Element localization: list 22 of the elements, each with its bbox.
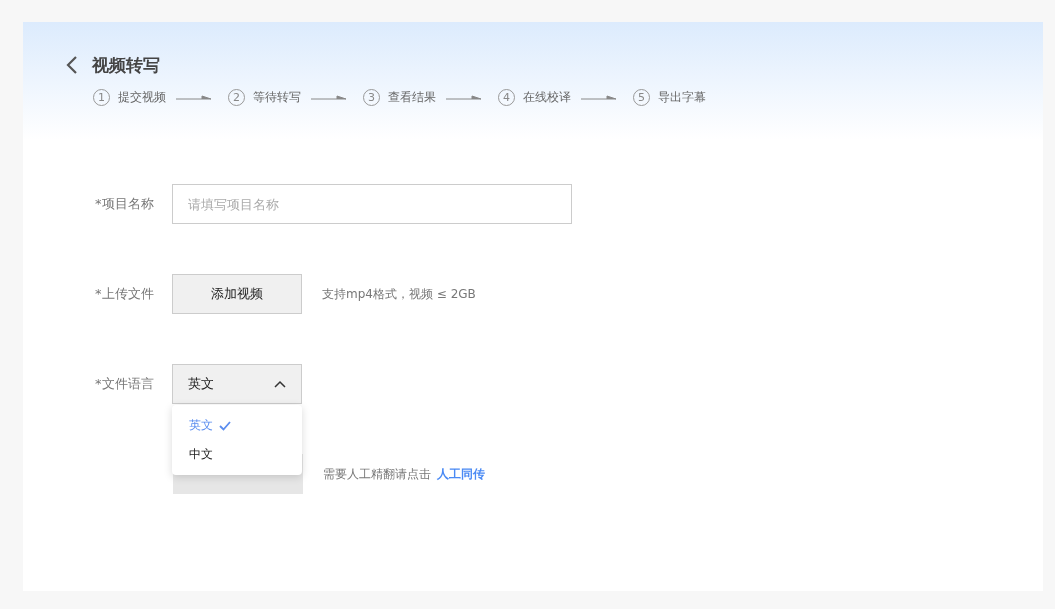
language-option[interactable]: 中文 bbox=[172, 440, 302, 469]
step-label: 提交视频 bbox=[118, 89, 166, 106]
field-label: *项目名称 bbox=[95, 195, 155, 213]
arrow-icon bbox=[311, 94, 347, 101]
caret-icon bbox=[274, 380, 286, 388]
step-label: 导出字幕 bbox=[658, 89, 706, 106]
project-name-field[interactable]: 请填写项目名称 bbox=[172, 184, 572, 224]
language-select[interactable]: 英文 bbox=[172, 364, 302, 404]
arrow-icon bbox=[176, 94, 212, 101]
back-icon[interactable] bbox=[66, 56, 78, 74]
step-label: 在线校译 bbox=[523, 89, 571, 106]
step-label: 等待转写 bbox=[253, 89, 301, 106]
upload-hint: 支持mp4格式，视频 ≤ 2GB bbox=[322, 285, 476, 303]
check-icon bbox=[219, 420, 231, 431]
page-title: 视频转写 bbox=[92, 53, 160, 77]
field-label: *上传文件 bbox=[95, 285, 155, 303]
arrow-icon bbox=[446, 94, 482, 101]
step-label: 查看结果 bbox=[388, 89, 436, 106]
field-label: *文件语言 bbox=[95, 375, 155, 393]
arrow-icon bbox=[581, 94, 617, 101]
submit-hint: 需要人工精翻请点击 bbox=[323, 465, 431, 483]
add-video-button[interactable]: 添加视频 bbox=[172, 274, 302, 314]
